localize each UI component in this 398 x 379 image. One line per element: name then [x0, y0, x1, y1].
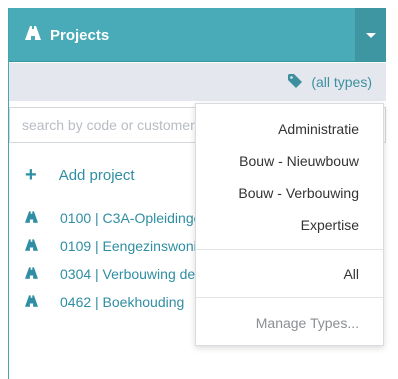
type-filter-bar: (all types) — [9, 63, 386, 101]
menu-item-bouw-nieuwbouw[interactable]: Bouw - Nieuwbouw — [239, 153, 359, 169]
list-item[interactable]: 0304 | Verbouwing de Vries — [25, 260, 215, 288]
type-dropdown-menu: Administratie Bouw - Nieuwbouw Bouw - Ve… — [195, 103, 384, 346]
menu-divider — [196, 297, 383, 298]
add-project-button[interactable]: + Add project — [25, 164, 135, 186]
road-icon — [25, 25, 41, 45]
header-title-group: Projects — [25, 8, 109, 62]
projects-header: Projects — [9, 8, 386, 62]
list-item-label: 0100 | C3A-Opleidingen — [60, 210, 210, 226]
menu-item-bouw-verbouwing[interactable]: Bouw - Verbouwing — [238, 185, 359, 201]
page-title: Projects — [50, 26, 110, 44]
list-item-label: 0462 | Boekhouding — [60, 294, 185, 310]
list-item[interactable]: 0100 | C3A-Opleidingen — [25, 204, 215, 232]
project-list: 0100 | C3A-Opleidingen 0109 | Eengezinsw… — [25, 204, 215, 316]
list-item[interactable]: 0109 | Eengezinswoning — [25, 232, 215, 260]
type-filter-button[interactable]: (all types) — [288, 63, 372, 101]
plus-icon: + — [25, 164, 37, 186]
list-item-label: 0109 | Eengezinswoning — [60, 238, 213, 254]
manage-types-button[interactable]: Manage Types... — [256, 315, 359, 331]
tag-icon — [288, 73, 303, 91]
road-icon — [25, 238, 38, 254]
menu-item-administratie[interactable]: Administratie — [278, 121, 359, 137]
type-filter-label: (all types) — [311, 74, 372, 90]
chevron-down-icon — [365, 32, 376, 38]
road-icon — [25, 266, 38, 282]
road-icon — [25, 294, 38, 310]
list-item[interactable]: 0462 | Boekhouding — [25, 288, 215, 316]
list-item-label: 0304 | Verbouwing de Vries — [60, 266, 215, 282]
header-menu-toggle[interactable] — [355, 8, 386, 62]
menu-divider — [196, 249, 383, 250]
road-icon — [25, 210, 38, 226]
menu-item-all[interactable]: All — [343, 266, 359, 282]
menu-item-expertise[interactable]: Expertise — [301, 217, 359, 233]
add-project-label: Add project — [58, 166, 135, 184]
